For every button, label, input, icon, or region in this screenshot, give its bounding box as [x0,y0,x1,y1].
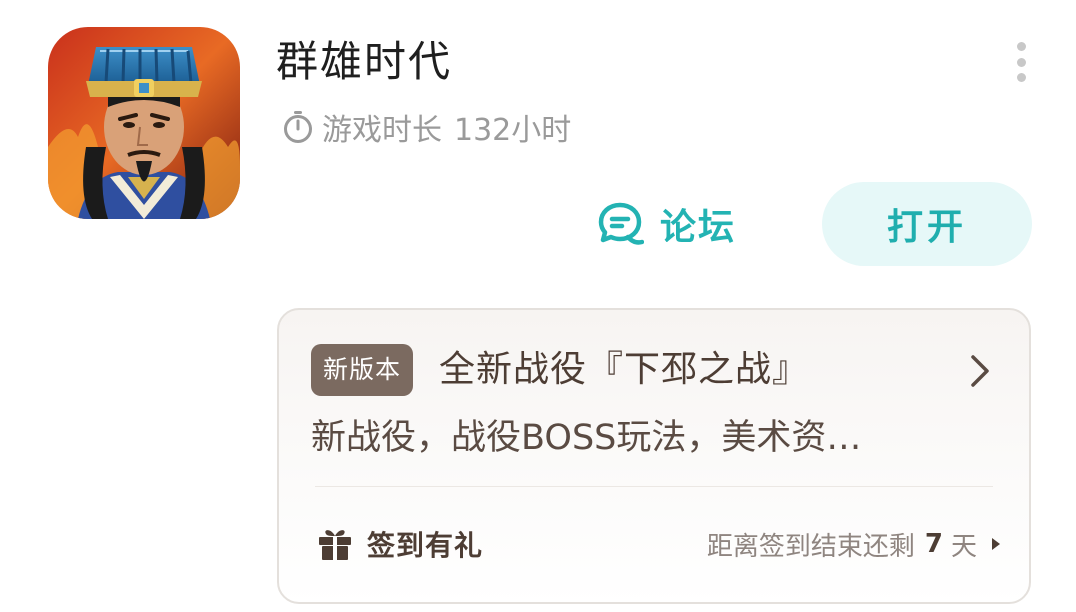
portrait-warrior-icon [48,27,240,219]
countdown-prefix: 距离签到结束还剩 [706,531,915,562]
checkin-entry[interactable]: 签到有礼 [317,516,483,572]
forum-button[interactable]: 论坛 [596,194,736,254]
open-game-button[interactable]: 打开 [822,182,1032,266]
countdown-days: 7 [924,529,943,559]
news-card[interactable]: 新版本 全新战役『下邳之战』 新战役，战役BOSS玩法，美术资… 签到有礼 距离… [277,308,1031,604]
playtime-label: 游戏时长 [322,113,442,148]
timer-icon [284,111,312,143]
news-description: 新战役，战役BOSS玩法，美术资… [311,418,862,458]
checkin-countdown[interactable]: 距离签到结束还剩 7 天 [707,516,1001,572]
more-options-button[interactable] [1008,42,1034,82]
divider [315,486,993,487]
app-icon[interactable] [48,27,240,219]
chevron-right-icon[interactable] [967,354,993,388]
dot-icon [1016,42,1026,51]
dot-icon [1016,57,1026,67]
playtime-info: 游戏时长 132小时 [282,104,571,150]
chat-bubble-icon [598,202,644,245]
version-badge: 新版本 [311,344,414,396]
playtime-value: 132小时 [454,113,572,148]
news-title: 全新战役『下邳之战』 [439,349,810,390]
checkin-label: 签到有礼 [367,529,484,562]
game-title: 群雄时代 [276,37,453,86]
dot-icon [1016,73,1026,82]
caret-right-icon [992,538,1000,550]
forum-label: 论坛 [660,207,737,248]
gift-icon [319,530,351,560]
countdown-unit: 天 [950,531,977,562]
